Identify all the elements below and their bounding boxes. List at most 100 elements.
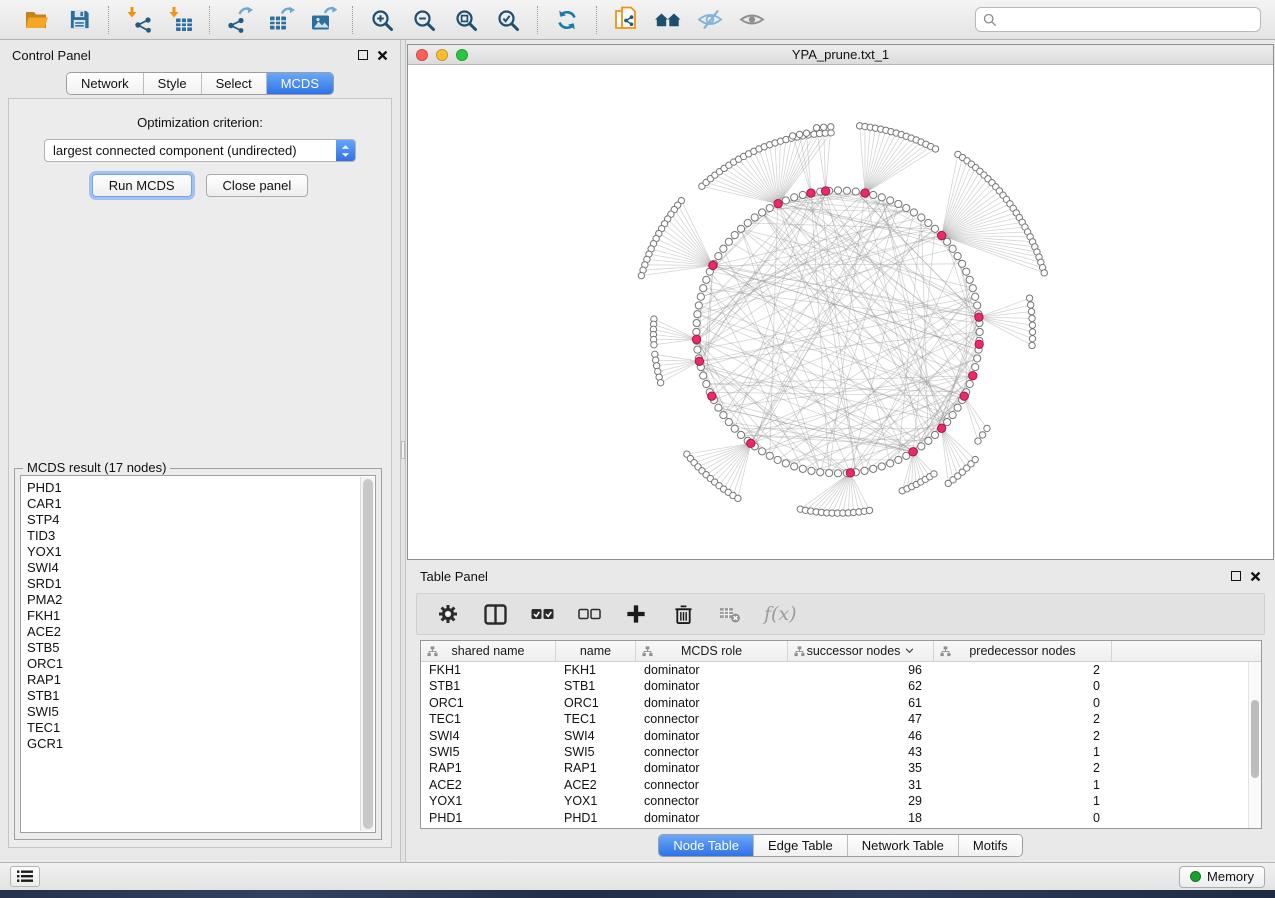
- table-row[interactable]: STB1STB1dominator620: [421, 678, 1261, 694]
- cell-shared-name: FKH1: [421, 662, 556, 678]
- mcds-list-scrollbar[interactable]: [360, 477, 374, 831]
- column-header-predecessor-nodes[interactable]: predecessor nodes: [934, 641, 1112, 661]
- tab-node-table[interactable]: Node Table: [659, 835, 754, 856]
- table-settings-button[interactable]: [435, 601, 461, 627]
- column-header-successor-nodes[interactable]: successor nodes: [788, 641, 934, 661]
- open-folder-icon: [24, 9, 50, 31]
- mcds-result-item[interactable]: STP4: [27, 512, 353, 528]
- tab-mcds[interactable]: MCDS: [267, 73, 333, 94]
- column-header-MCDS-role[interactable]: MCDS role: [636, 641, 788, 661]
- mcds-result-item[interactable]: PHD1: [27, 480, 353, 496]
- table-row[interactable]: RAP1RAP1dominator352: [421, 760, 1261, 776]
- table-row[interactable]: YOX1YOX1connector291: [421, 793, 1261, 809]
- delete-columns-button[interactable]: [670, 601, 696, 627]
- table-header-row: shared name name MCDS rolesuccessor nodesp…: [421, 641, 1261, 662]
- float-table-panel-icon[interactable]: [1231, 571, 1241, 581]
- close-table-panel-icon[interactable]: [1250, 571, 1261, 582]
- table-delete-icon: [719, 605, 741, 623]
- mcds-scrollbar-thumb[interactable]: [363, 479, 373, 829]
- cell-shared-name: TEC1: [421, 711, 556, 727]
- import-network-button[interactable]: [122, 5, 154, 35]
- hide-selected-button[interactable]: [694, 5, 726, 35]
- cell-successor-nodes: 35: [788, 760, 934, 776]
- mcds-result-item[interactable]: TID3: [27, 528, 353, 544]
- table-row[interactable]: ORC1ORC1dominator610: [421, 695, 1261, 711]
- table-scrollbar-thumb[interactable]: [1251, 700, 1259, 778]
- cell-successor-nodes: 47: [788, 711, 934, 727]
- network-canvas[interactable]: [408, 65, 1273, 559]
- mcds-result-item[interactable]: ORC1: [27, 656, 353, 672]
- cell-predecessor-nodes: 1: [934, 793, 1112, 809]
- right-pane: YPA_prune.txt_1 Table Panel: [406, 40, 1275, 862]
- mcds-result-item[interactable]: CAR1: [27, 496, 353, 512]
- column-type-icon: [794, 646, 805, 657]
- mcds-result-item[interactable]: ACE2: [27, 624, 353, 640]
- export-image-button[interactable]: [307, 5, 339, 35]
- add-column-button[interactable]: [623, 601, 649, 627]
- run-mcds-button[interactable]: Run MCDS: [92, 174, 192, 197]
- close-panel-button[interactable]: Close panel: [206, 174, 309, 197]
- table-row[interactable]: PHD1PHD1dominator180: [421, 810, 1261, 826]
- import-table-button[interactable]: [164, 5, 196, 35]
- mcds-result-item[interactable]: TEC1: [27, 720, 353, 736]
- zoom-out-button[interactable]: [408, 5, 440, 35]
- open-file-button[interactable]: [21, 5, 53, 35]
- mcds-result-item[interactable]: STB1: [27, 688, 353, 704]
- log-console-button[interactable]: [10, 866, 40, 887]
- zoom-in-button[interactable]: [366, 5, 398, 35]
- splitter-grip[interactable]: [401, 441, 405, 459]
- close-panel-icon[interactable]: [377, 50, 388, 61]
- eye-slash-icon: [697, 9, 723, 30]
- float-panel-icon[interactable]: [358, 50, 368, 60]
- cell-predecessor-nodes: 0: [934, 695, 1112, 711]
- mcds-result-item[interactable]: YOX1: [27, 544, 353, 560]
- table-scrollbar[interactable]: [1248, 662, 1261, 828]
- tab-edge-table[interactable]: Edge Table: [754, 835, 848, 856]
- tab-motifs[interactable]: Motifs: [959, 835, 1022, 856]
- tab-network-table[interactable]: Network Table: [848, 835, 959, 856]
- function-builder-button[interactable]: f(x): [764, 601, 797, 627]
- tab-style[interactable]: Style: [144, 73, 202, 94]
- table-row[interactable]: SWI5SWI5connector431: [421, 744, 1261, 760]
- mcds-result-item[interactable]: FKH1: [27, 608, 353, 624]
- column-header-shared-name[interactable]: shared name: [421, 641, 556, 661]
- table-panel-titlebar: Table Panel: [406, 562, 1275, 590]
- export-network-button[interactable]: [223, 5, 255, 35]
- column-label: name: [580, 644, 611, 658]
- mcds-result-item[interactable]: PMA2: [27, 592, 353, 608]
- zoom-selected-button[interactable]: [492, 5, 524, 35]
- tab-select[interactable]: Select: [202, 73, 267, 94]
- select-all-rows-button[interactable]: [529, 601, 555, 627]
- save-session-button[interactable]: [63, 5, 95, 35]
- mcds-result-item[interactable]: STB5: [27, 640, 353, 656]
- eye-icon: [739, 9, 765, 30]
- clone-network-button[interactable]: [610, 5, 642, 35]
- list-icon: [17, 870, 33, 883]
- criterion-dropdown[interactable]: largest connected component (undirected): [44, 139, 356, 162]
- tab-network[interactable]: Network: [67, 73, 144, 94]
- export-table-button[interactable]: [265, 5, 297, 35]
- refresh-view-button[interactable]: [551, 5, 583, 35]
- table-row[interactable]: TEC1TEC1connector472: [421, 711, 1261, 727]
- table-row[interactable]: FKH1FKH1dominator962: [421, 662, 1261, 678]
- deselect-all-rows-button[interactable]: [576, 601, 602, 627]
- mcds-result-item[interactable]: RAP1: [27, 672, 353, 688]
- table-body: FKH1FKH1dominator962STB1STB1dominator620…: [421, 662, 1261, 826]
- zoom-fit-button[interactable]: [450, 5, 482, 35]
- first-neighbors-button[interactable]: [652, 5, 684, 35]
- split-panel-button[interactable]: [482, 601, 508, 627]
- show-all-button[interactable]: [736, 5, 768, 35]
- table-row[interactable]: SWI4SWI4dominator462: [421, 728, 1261, 744]
- mcds-result-item[interactable]: GCR1: [27, 736, 353, 752]
- column-type-icon: [642, 646, 653, 657]
- search-input[interactable]: [997, 12, 1253, 27]
- column-header-name[interactable]: name: [556, 641, 636, 661]
- cell-name: SWI4: [556, 728, 636, 744]
- table-row[interactable]: ACE2ACE2connector311: [421, 777, 1261, 793]
- mcds-result-item[interactable]: SWI4: [27, 560, 353, 576]
- mcds-result-item[interactable]: SWI5: [27, 704, 353, 720]
- memory-button[interactable]: Memory: [1179, 866, 1265, 888]
- mcds-result-item[interactable]: SRD1: [27, 576, 353, 592]
- delete-table-button[interactable]: [717, 601, 743, 627]
- cell-successor-nodes: 96: [788, 662, 934, 678]
